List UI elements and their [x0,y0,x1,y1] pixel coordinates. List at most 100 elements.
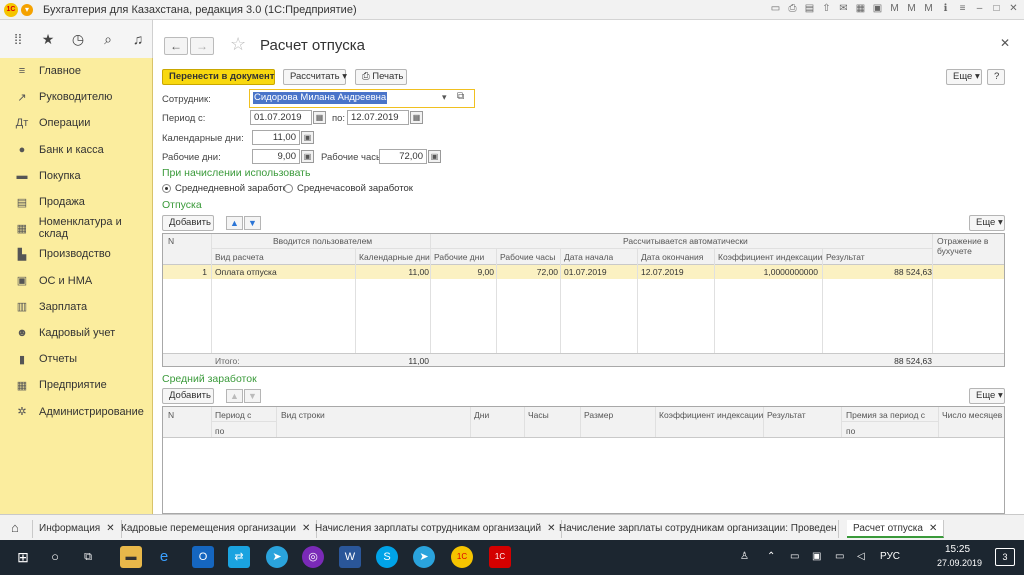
calendar-icon[interactable]: ▦ [313,111,326,124]
main-menu-icon[interactable]: ▾ [21,3,33,16]
calculator-icon[interactable]: ▣ [871,2,884,16]
m-minus-icon[interactable]: M [922,2,935,16]
move-up-button-disabled[interactable]: ▲ [226,389,243,403]
star-icon[interactable]: ★ [40,31,56,48]
search-icon[interactable]: ⌕ [100,31,116,48]
word-icon[interactable]: W [339,546,361,568]
tray-app-icon-2[interactable]: ▣ [812,551,821,562]
edge-icon[interactable]: e [153,546,175,568]
sidebar-item-production[interactable]: ▙ Производство [0,241,152,267]
save-icon[interactable]: ▭ [769,2,782,16]
tab-hr-transfers[interactable]: Кадровые перемещения организации ✕ [115,520,318,538]
avg-more-button[interactable]: Еще ▾ [969,388,1005,404]
sidebar-item-hr[interactable]: ☻ Кадровый учет [0,320,152,346]
employee-input[interactable]: Сидорова Милана Андреевна [253,92,388,104]
vacations-more-button[interactable]: Еще ▾ [969,215,1005,231]
minimize-icon[interactable]: – [973,2,986,16]
sidebar-item-operations[interactable]: Дт Операции [0,110,152,136]
calculator-icon[interactable]: ▣ [428,150,441,163]
tray-app-icon[interactable]: ▭ [790,551,799,562]
tab-information[interactable]: Информация ✕ [32,520,122,538]
upload-icon[interactable]: ⇧ [820,2,833,16]
period-to-input[interactable]: 12.07.2019 [347,110,409,125]
history-icon[interactable]: ◷ [70,31,86,48]
sidebar-item-assets[interactable]: ▣ ОС и НМА [0,268,152,294]
sidebar-item-bank[interactable]: ● Банк и касса [0,137,152,163]
add-avg-button[interactable]: Добавить [162,388,214,404]
close-tab-icon[interactable]: ✕ [106,523,114,534]
tray-expand-icon[interactable]: ⌃ [767,551,775,562]
sidebar-item-sales[interactable]: ▤ Продажа [0,189,152,215]
sidebar-item-main[interactable]: ≡ Главное [0,58,152,84]
sidebar-item-salary[interactable]: ▥ Зарплата [0,294,152,320]
employee-dropdown-icon[interactable]: ▾ [442,92,447,103]
language-indicator[interactable]: РУС [880,551,900,562]
calculator-icon[interactable]: ▣ [301,131,314,144]
network-icon[interactable]: ▭ [835,551,844,562]
calculate-button[interactable]: Рассчитать ▾ [283,69,347,85]
info-icon[interactable]: ℹ [939,2,952,16]
sidebar-item-purchase[interactable]: ▬ Покупка [0,163,152,189]
volume-icon[interactable]: ◁ [857,551,865,562]
radio-avg-daily[interactable]: Среднедневной заработок [162,183,292,194]
row-work-hours[interactable]: 72,00 [500,267,558,277]
apps-grid-icon[interactable]: ⁞⁞ [10,31,26,47]
row-cal-days[interactable]: 11,00 [359,267,429,277]
more-button[interactable]: Еще ▾ [946,69,982,85]
move-up-button[interactable]: ▲ [226,216,243,230]
row-work-days[interactable]: 9,00 [434,267,494,277]
row-calc-type[interactable]: Оплата отпуска [215,267,277,277]
sidebar-item-manager[interactable]: ↗ Руководителю [0,84,152,110]
row-coef[interactable]: 1,0000000000 [718,267,818,277]
work-hours-input[interactable]: 72,00 [379,149,427,164]
sidebar-item-admin[interactable]: ✲ Администрирование [0,398,152,424]
add-vacation-button[interactable]: Добавить [162,215,214,231]
maximize-icon[interactable]: □ [990,2,1003,16]
work-days-input[interactable]: 9,00 [252,149,300,164]
clock-date[interactable]: 27.09.2019 [937,558,982,568]
radio-avg-hourly[interactable]: Среднечасовой заработок [284,183,413,194]
tab-salary-accrual-posted[interactable]: Начисление зарплаты сотрудникам организа… [553,520,839,538]
move-down-button-disabled[interactable]: ▼ [244,389,261,403]
row-end[interactable]: 12.07.2019 [641,267,684,277]
browser-icon[interactable]: ◎ [302,546,324,568]
home-icon[interactable]: ⌂ [11,520,19,535]
teamviewer-icon[interactable]: ⇄ [228,546,250,568]
outlook-icon[interactable]: O [192,546,214,568]
sidebar-item-warehouse[interactable]: ▦ Номенклатура и склад [0,215,152,241]
print-icon[interactable]: ⎙ [786,2,799,16]
move-down-button[interactable]: ▼ [244,216,261,230]
row-start[interactable]: 01.07.2019 [564,267,607,277]
telegram-icon[interactable]: ➤ [266,546,288,568]
calendar-icon[interactable]: ▦ [410,111,423,124]
close-form-icon[interactable]: ✕ [1000,36,1010,50]
menu-icon[interactable]: ≡ [956,2,969,16]
row-result[interactable]: 88 524,63 [826,267,932,277]
close-tab-icon[interactable]: ✕ [929,523,937,534]
period-from-input[interactable]: 01.07.2019 [250,110,312,125]
notification-icon[interactable]: 3 [995,548,1015,566]
m-plus-icon[interactable]: M [905,2,918,16]
forward-button[interactable]: → [190,37,214,55]
calendar-icon[interactable]: ▦ [854,2,867,16]
windows-start-icon[interactable]: ⊞ [12,546,34,568]
employee-open-icon[interactable]: ⧉ [457,91,464,102]
close-window-icon[interactable]: ✕ [1007,2,1020,16]
file-explorer-icon[interactable]: ▬ [120,546,142,568]
transfer-to-document-button[interactable]: Перенести в документ [162,69,275,85]
task-view-icon[interactable]: ⧉ [77,546,99,568]
preview-icon[interactable]: ▤ [803,2,816,16]
print-button[interactable]: ⎙ Печать [355,69,407,85]
clock-time[interactable]: 15:25 [945,544,970,555]
mail-icon[interactable]: ✉ [837,2,850,16]
calculator-icon[interactable]: ▣ [301,150,314,163]
skype-icon[interactable]: S [376,546,398,568]
1c-icon[interactable]: 1C [451,546,473,568]
help-button[interactable]: ? [987,69,1005,85]
tab-salary-accruals[interactable]: Начисления зарплаты сотрудникам организа… [309,520,563,538]
bell-icon[interactable]: ♫ [130,31,146,47]
search-icon[interactable]: ○ [44,546,66,568]
people-icon[interactable]: ♙ [740,551,749,562]
telegram-icon-2[interactable]: ➤ [413,546,435,568]
m-icon[interactable]: M [888,2,901,16]
